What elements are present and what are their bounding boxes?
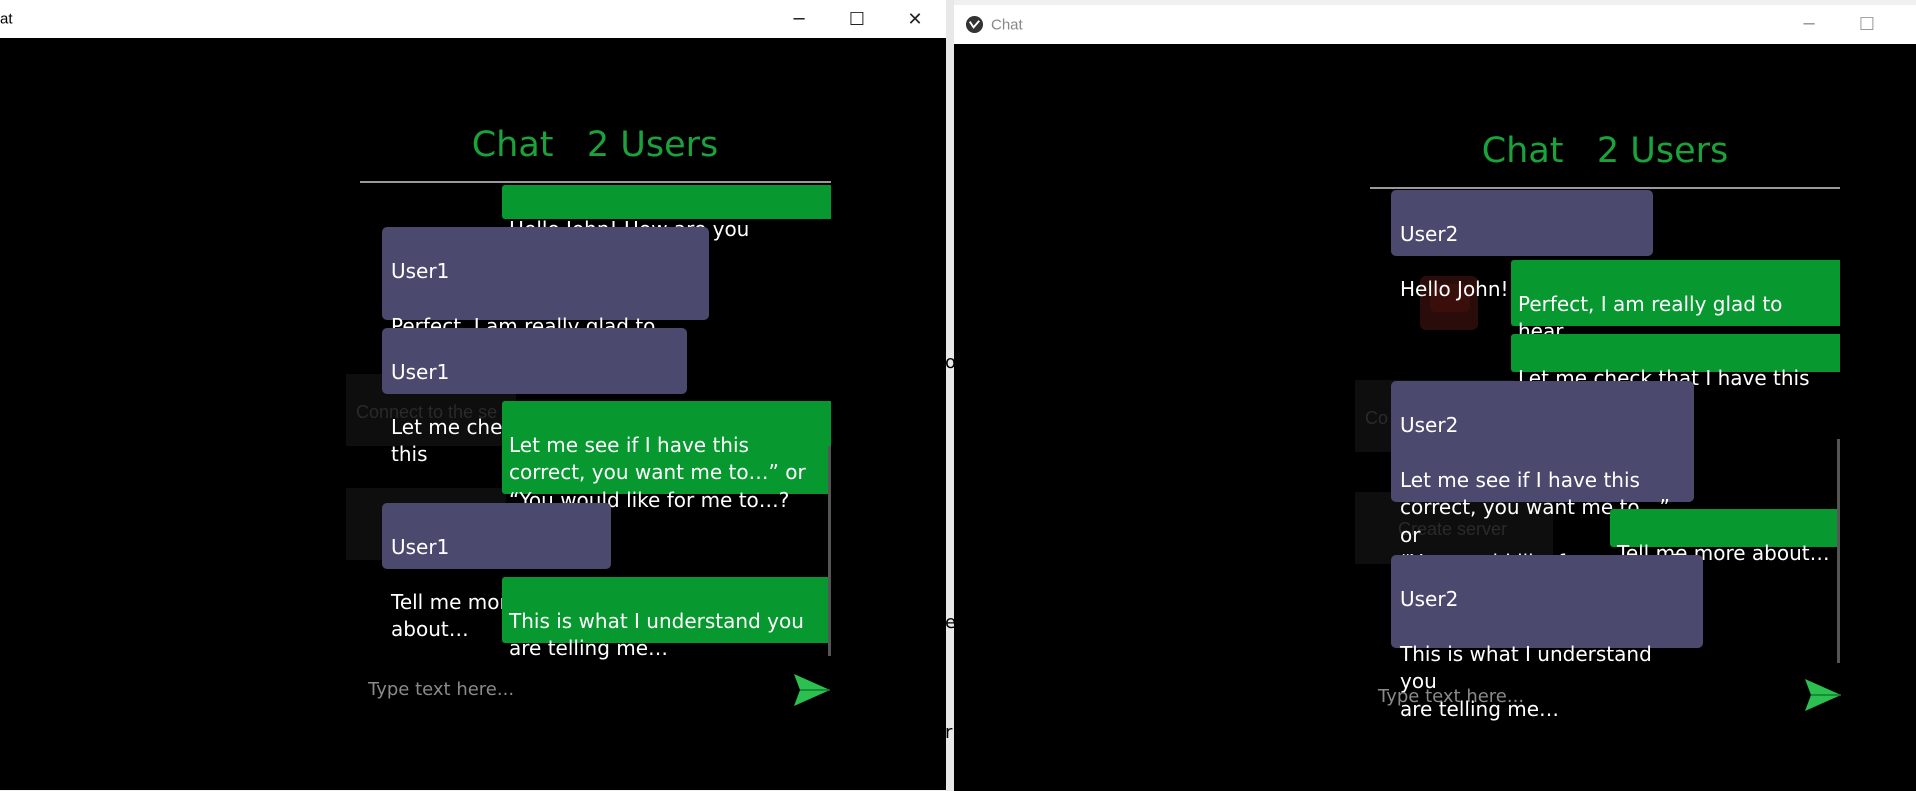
other-message: User2 Hello John! How are you [1391, 190, 1653, 301]
other-message: User1 Let me check that I have this [382, 328, 687, 466]
kivy-logo-icon [965, 15, 984, 34]
connect-server-label-ghost: Co [1365, 408, 1389, 428]
other-message: User1 Tell me more about… [382, 503, 611, 641]
chat-divider [360, 181, 831, 183]
own-message: Tell me more about… [1610, 509, 1840, 565]
close-icon[interactable]: ✕ [886, 0, 944, 38]
own-message: Let me check that I have this [1511, 334, 1840, 390]
right-title-bar[interactable]: Chat ─ ☐ [954, 5, 1916, 44]
message-text: This is what I understand you are tellin… [1400, 641, 1652, 721]
own-message: Hello John! How are you [502, 185, 831, 241]
chat-divider [1370, 187, 1840, 189]
own-message: Let me see if I have this correct, you w… [502, 401, 831, 512]
own-message: This is what I understand you are tellin… [502, 577, 831, 660]
message-input[interactable]: Type text here... [1378, 686, 1524, 707]
message-sender: User1 [391, 534, 450, 559]
own-message: Perfect, I am really glad to hear that! … [1511, 260, 1840, 371]
message-text: Let me see if I have this correct, you w… [509, 432, 806, 512]
other-message: User2 Let me see if I have this correct,… [1391, 381, 1694, 574]
edge-char: r [945, 722, 953, 743]
right-chat-content: Co Create server Chat 2 Users User2 Hell… [954, 44, 1916, 791]
send-icon[interactable] [792, 670, 832, 710]
message-input[interactable]: Type text here... [368, 679, 514, 700]
right-chat-window: Chat ─ ☐ Co Create server Chat 2 Users U… [954, 5, 1916, 791]
left-chat-window: at ─ ☐ ✕ Connect to the se Chat 2 Users … [0, 0, 946, 790]
window-title: Chat [991, 16, 1023, 33]
message-sender: User2 [1400, 586, 1459, 611]
message-text: Tell me more about… [391, 589, 520, 642]
chat-scrollbar[interactable] [828, 446, 831, 656]
minimize-icon[interactable]: ─ [770, 0, 828, 38]
minimize-icon[interactable]: ─ [1780, 5, 1838, 44]
left-chat-content: Connect to the se Chat 2 Users Hello Joh… [0, 38, 946, 790]
desktop-gap [946, 0, 954, 791]
message-text: This is what I understand you are tellin… [509, 608, 804, 661]
other-message: User2 This is what I understand you are … [1391, 555, 1703, 721]
message-sender: User1 [391, 258, 450, 283]
message-sender: User1 [391, 359, 450, 384]
message-sender: User2 [1400, 221, 1459, 246]
other-message: User1 Perfect, I am really glad to hear … [382, 227, 709, 393]
left-title-bar[interactable]: at ─ ☐ ✕ [0, 0, 946, 38]
chat-title: Chat 2 Users [471, 125, 719, 165]
chat-title: Chat 2 Users [1481, 131, 1729, 171]
window-title: at [0, 10, 13, 28]
maximize-icon[interactable]: ☐ [1838, 5, 1896, 44]
chat-scrollbar[interactable] [1837, 439, 1840, 663]
maximize-icon[interactable]: ☐ [828, 0, 886, 38]
message-sender: User2 [1400, 412, 1459, 437]
send-icon[interactable] [1803, 675, 1843, 715]
